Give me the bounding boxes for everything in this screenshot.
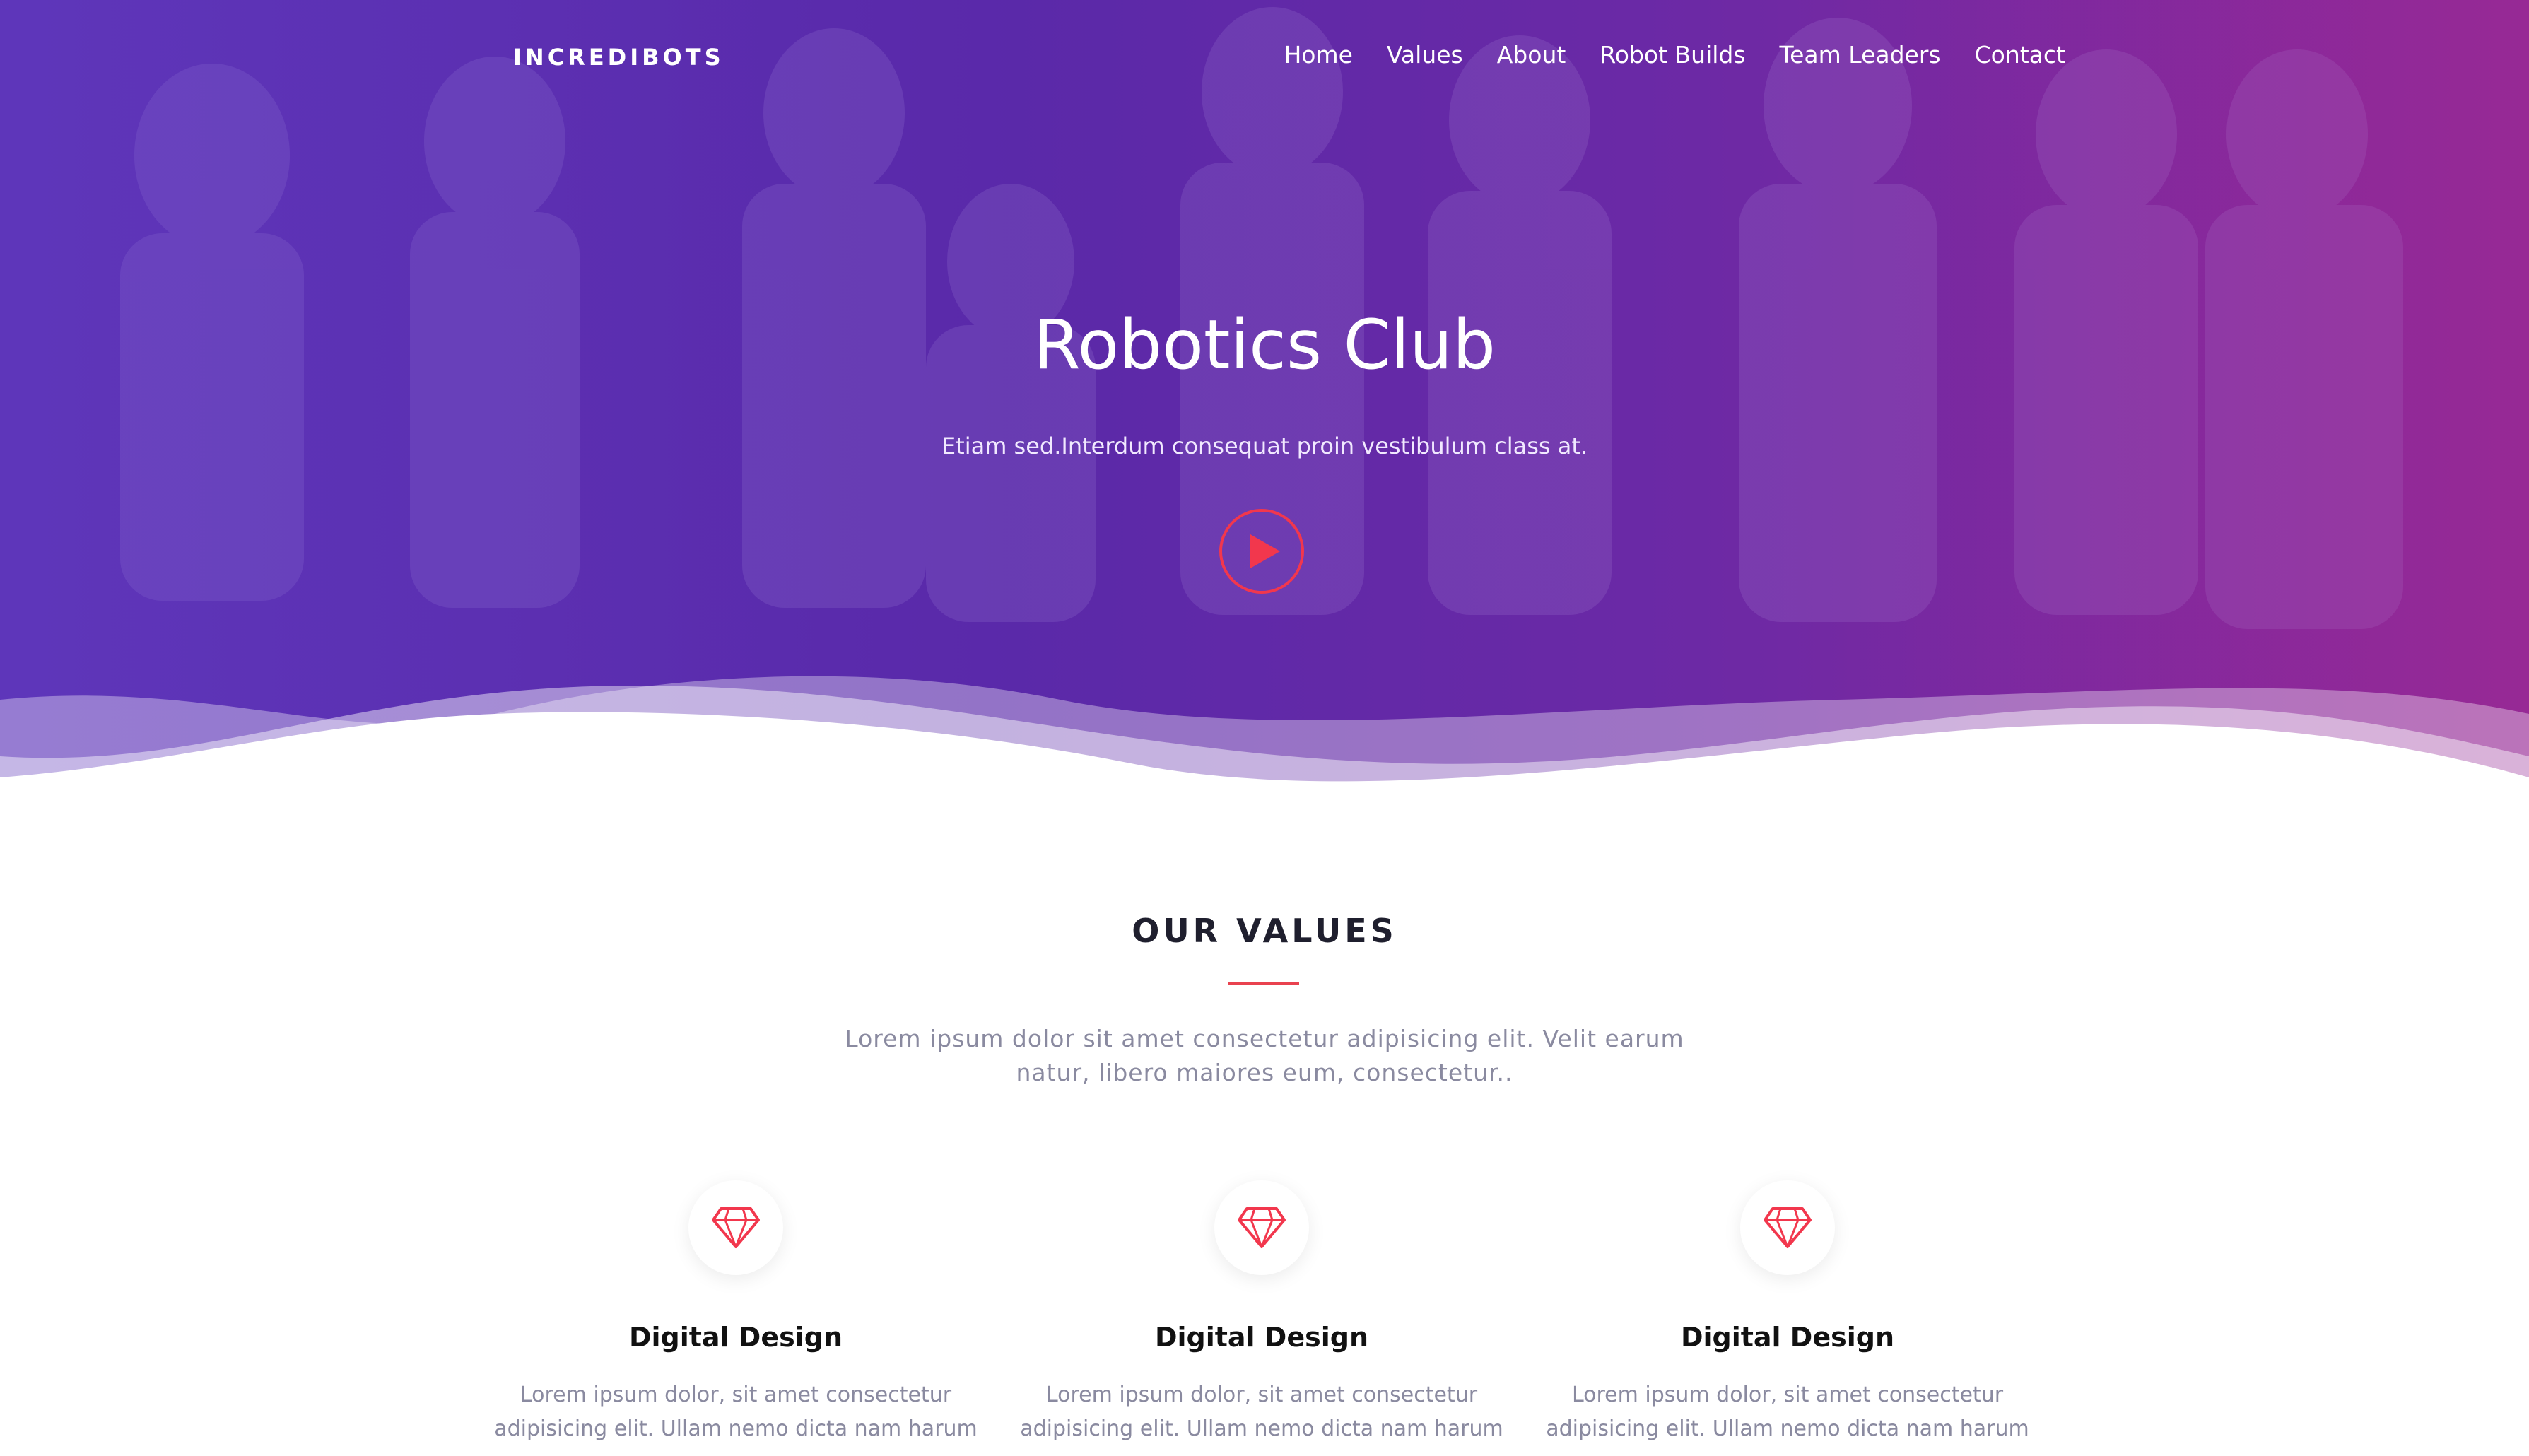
nav-item-robot-builds[interactable]: Robot Builds [1600, 41, 1745, 69]
hero-title: Robotics Club [1033, 305, 1496, 384]
values-description: Lorem ipsum dolor sit amet consectetur a… [845, 1025, 1684, 1086]
nav-item-contact[interactable]: Contact [1975, 41, 2065, 69]
value-card-title: Digital Design [628, 1322, 843, 1353]
value-card-text: Lorem ipsum dolor, sit amet consectetur … [494, 1382, 978, 1441]
play-video-button[interactable] [1219, 509, 1304, 594]
nav-item-home[interactable]: Home [1284, 41, 1352, 69]
hero-wave-divider [0, 676, 2529, 813]
hero-subtitle: Etiam sed.Interdum consequat proin vesti… [941, 433, 1588, 459]
nav-menu: Home Values About Robot Builds Team Lead… [1284, 41, 2065, 69]
value-icon-circle [1740, 1180, 1835, 1275]
value-icon-circle [1214, 1180, 1309, 1275]
value-icon-circle [688, 1180, 783, 1275]
value-card-text: Lorem ipsum dolor, sit amet consectetur … [1546, 1382, 2029, 1441]
nav-item-team-leaders[interactable]: Team Leaders [1780, 41, 1941, 69]
nav-item-values[interactable]: Values [1387, 41, 1463, 69]
values-title-underline [1228, 982, 1299, 985]
diamond-icon [1238, 1207, 1286, 1248]
diamond-icon [1764, 1207, 1812, 1248]
nav-item-about[interactable]: About [1497, 41, 1566, 69]
value-card-title: Digital Design [1680, 1322, 1895, 1353]
play-icon [1250, 534, 1280, 568]
value-card-text: Lorem ipsum dolor, sit amet consectetur … [1020, 1382, 1503, 1441]
values-title: OUR VALUES [1132, 912, 1397, 950]
hero-section: INCREDIBOTS Home Values About Robot Buil… [0, 0, 2529, 813]
diamond-icon [712, 1207, 760, 1248]
brand-logo[interactable]: INCREDIBOTS [513, 44, 724, 71]
value-card-title: Digital Design [1154, 1322, 1369, 1353]
top-navigation: INCREDIBOTS Home Values About Robot Buil… [0, 0, 2529, 120]
